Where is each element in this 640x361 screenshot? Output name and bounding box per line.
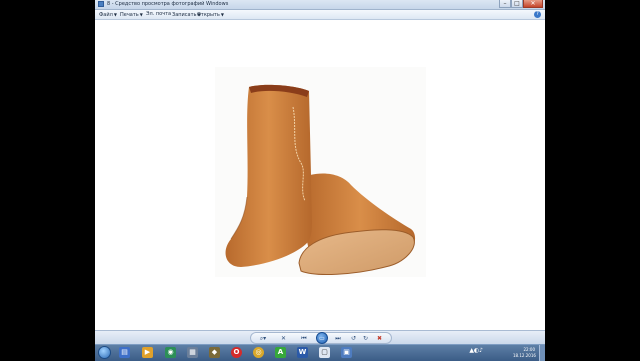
opera-icon[interactable]: O bbox=[231, 347, 242, 358]
chevron-down-icon: ▼ bbox=[139, 12, 143, 17]
maximize-button[interactable]: □ bbox=[511, 0, 523, 8]
start-button[interactable] bbox=[98, 346, 111, 359]
photo-viewer-window: 8 - Средство просмотра фотографий Window… bbox=[95, 0, 545, 360]
menu-print[interactable]: Печать▼ bbox=[120, 10, 143, 20]
minimize-button[interactable]: – bbox=[499, 0, 511, 8]
chrome-icon[interactable]: ◎ bbox=[253, 347, 264, 358]
help-icon[interactable]: ? bbox=[534, 11, 541, 18]
chevron-down-icon: ▼ bbox=[220, 12, 224, 17]
chevron-down-icon: ▼ bbox=[113, 12, 117, 17]
photo-viewer-icon[interactable]: ▣ bbox=[341, 347, 352, 358]
publisher-icon[interactable]: A bbox=[275, 347, 286, 358]
boots-image bbox=[215, 67, 426, 277]
media-player-icon[interactable]: ▶ bbox=[142, 347, 153, 358]
zoom-icon[interactable]: ⌕▾ bbox=[257, 334, 269, 343]
app-icon bbox=[98, 1, 104, 7]
tray-icons[interactable]: ▲◐♪ bbox=[469, 347, 483, 354]
browser-icon[interactable]: ◉ bbox=[165, 347, 176, 358]
title-bar[interactable]: 8 - Средство просмотра фотографий Window… bbox=[95, 0, 545, 10]
displayed-photo bbox=[215, 67, 426, 277]
menu-burn-label: Записать bbox=[172, 12, 197, 18]
menu-open-label: Открыть bbox=[197, 12, 220, 18]
taskbar: ▤ ▶ ◉ ▦ ◆ O ◎ A W ▢ ▣ ▲◐♪ 22:00 18.12.20… bbox=[95, 344, 545, 361]
menu-print-label: Печать bbox=[120, 12, 139, 18]
previous-button[interactable]: ⏮ bbox=[299, 334, 309, 343]
menu-email-label: Эл. почта bbox=[146, 11, 172, 17]
menu-email[interactable]: Эл. почта bbox=[146, 10, 171, 19]
menu-file-label: Файл bbox=[99, 12, 113, 18]
close-button[interactable]: ✕ bbox=[523, 0, 543, 8]
window-controls: – □ ✕ bbox=[499, 0, 543, 8]
navigation-bar: ⌕▾ ✕ ⏮ ▭ ⏭ ↺ ↻ ✖ bbox=[95, 330, 545, 345]
document-icon[interactable]: ▢ bbox=[319, 347, 330, 358]
rotate-left-icon[interactable]: ↺ bbox=[349, 334, 358, 343]
slideshow-button[interactable]: ▭ bbox=[316, 332, 328, 344]
next-button[interactable]: ⏭ bbox=[333, 334, 343, 343]
image-viewport bbox=[95, 20, 545, 330]
folder-icon[interactable]: ▦ bbox=[187, 347, 198, 358]
menu-bar: Файл▼ Печать▼ Эл. почта Записать▼ Открыт… bbox=[95, 10, 545, 20]
playback-controls: ⌕▾ ✕ ⏮ ▭ ⏭ ↺ ↻ ✖ bbox=[250, 332, 392, 344]
delete-icon[interactable]: ✖ bbox=[375, 334, 384, 343]
show-desktop-button[interactable] bbox=[539, 345, 545, 361]
explorer-icon[interactable]: ▤ bbox=[119, 347, 130, 358]
rotate-right-icon[interactable]: ↻ bbox=[361, 334, 370, 343]
menu-file[interactable]: Файл▼ bbox=[99, 10, 117, 20]
shield-icon[interactable]: ◆ bbox=[209, 347, 220, 358]
window-title: 8 - Средство просмотра фотографий Window… bbox=[107, 1, 229, 7]
clock-date: 18.12.2016 bbox=[513, 353, 536, 358]
actual-size-icon[interactable]: ✕ bbox=[279, 334, 288, 343]
word-icon[interactable]: W bbox=[297, 347, 308, 358]
menu-open[interactable]: Открыть▼ bbox=[197, 10, 224, 20]
